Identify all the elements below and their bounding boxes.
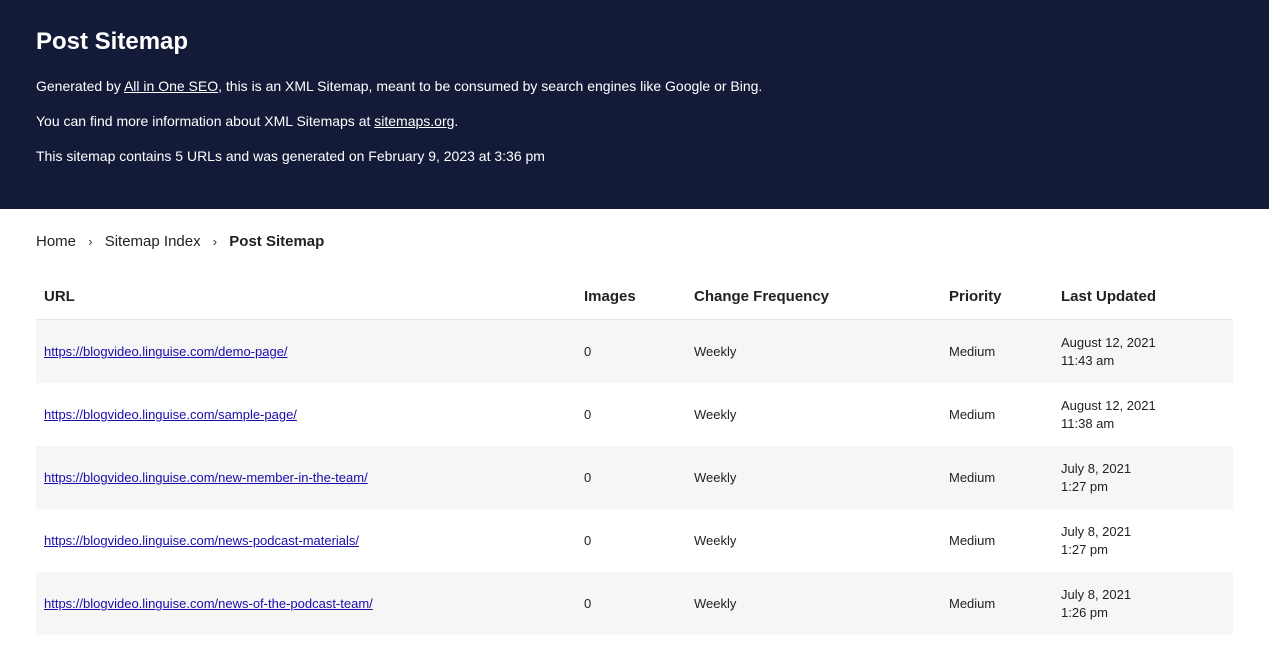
cell-updated: July 8, 20211:27 pm — [1053, 446, 1233, 509]
table-row: https://blogvideo.linguise.com/new-membe… — [36, 446, 1233, 509]
col-header-images: Images — [576, 278, 686, 320]
col-header-url: URL — [36, 278, 576, 320]
all-in-one-seo-link[interactable]: All in One SEO — [124, 78, 218, 94]
cell-priority: Medium — [941, 320, 1053, 384]
cell-images: 0 — [576, 572, 686, 635]
sitemap-url-link[interactable]: https://blogvideo.linguise.com/sample-pa… — [44, 407, 297, 422]
cell-updated: July 8, 20211:27 pm — [1053, 509, 1233, 572]
sitemaps-org-link[interactable]: sitemaps.org — [374, 113, 454, 129]
sitemap-table: URL Images Change Frequency Priority Las… — [36, 278, 1233, 635]
cell-url: https://blogvideo.linguise.com/news-of-t… — [36, 572, 576, 635]
header-text: You can find more information about XML … — [36, 113, 374, 129]
table-header-row: URL Images Change Frequency Priority Las… — [36, 278, 1233, 320]
cell-images: 0 — [576, 320, 686, 384]
page-title: Post Sitemap — [36, 28, 1233, 56]
cell-frequency: Weekly — [686, 572, 941, 635]
col-header-updated: Last Updated — [1053, 278, 1233, 320]
cell-updated: July 8, 20211:26 pm — [1053, 572, 1233, 635]
cell-priority: Medium — [941, 383, 1053, 446]
sitemap-url-link[interactable]: https://blogvideo.linguise.com/new-membe… — [44, 470, 368, 485]
header-text: , this is an XML Sitemap, meant to be co… — [218, 78, 762, 94]
cell-updated: August 12, 202111:38 am — [1053, 383, 1233, 446]
cell-url: https://blogvideo.linguise.com/sample-pa… — [36, 383, 576, 446]
cell-updated: August 12, 202111:43 am — [1053, 320, 1233, 384]
table-row: https://blogvideo.linguise.com/news-of-t… — [36, 572, 1233, 635]
cell-url: https://blogvideo.linguise.com/new-membe… — [36, 446, 576, 509]
col-header-priority: Priority — [941, 278, 1053, 320]
table-row: https://blogvideo.linguise.com/demo-page… — [36, 320, 1233, 384]
header-line-3: This sitemap contains 5 URLs and was gen… — [36, 146, 1233, 167]
cell-priority: Medium — [941, 446, 1053, 509]
cell-images: 0 — [576, 446, 686, 509]
cell-priority: Medium — [941, 572, 1053, 635]
breadcrumb-home[interactable]: Home — [36, 233, 76, 250]
content-area: Home › Sitemap Index › Post Sitemap URL … — [0, 209, 1269, 659]
cell-frequency: Weekly — [686, 320, 941, 384]
cell-frequency: Weekly — [686, 383, 941, 446]
cell-url: https://blogvideo.linguise.com/news-podc… — [36, 509, 576, 572]
breadcrumb: Home › Sitemap Index › Post Sitemap — [36, 233, 1233, 250]
chevron-right-icon: › — [88, 234, 92, 249]
page-header: Post Sitemap Generated by All in One SEO… — [0, 0, 1269, 209]
header-line-2: You can find more information about XML … — [36, 111, 1233, 132]
cell-images: 0 — [576, 509, 686, 572]
table-row: https://blogvideo.linguise.com/news-podc… — [36, 509, 1233, 572]
cell-priority: Medium — [941, 509, 1053, 572]
chevron-right-icon: › — [213, 234, 217, 249]
header-line-1: Generated by All in One SEO, this is an … — [36, 76, 1233, 97]
breadcrumb-current: Post Sitemap — [229, 233, 324, 250]
breadcrumb-sitemap-index[interactable]: Sitemap Index — [105, 233, 201, 250]
sitemap-url-link[interactable]: https://blogvideo.linguise.com/demo-page… — [44, 344, 288, 359]
header-text: . — [454, 113, 458, 129]
table-row: https://blogvideo.linguise.com/sample-pa… — [36, 383, 1233, 446]
col-header-frequency: Change Frequency — [686, 278, 941, 320]
cell-images: 0 — [576, 383, 686, 446]
cell-frequency: Weekly — [686, 446, 941, 509]
header-text: Generated by — [36, 78, 124, 94]
sitemap-url-link[interactable]: https://blogvideo.linguise.com/news-of-t… — [44, 596, 373, 611]
cell-frequency: Weekly — [686, 509, 941, 572]
cell-url: https://blogvideo.linguise.com/demo-page… — [36, 320, 576, 384]
sitemap-url-link[interactable]: https://blogvideo.linguise.com/news-podc… — [44, 533, 359, 548]
